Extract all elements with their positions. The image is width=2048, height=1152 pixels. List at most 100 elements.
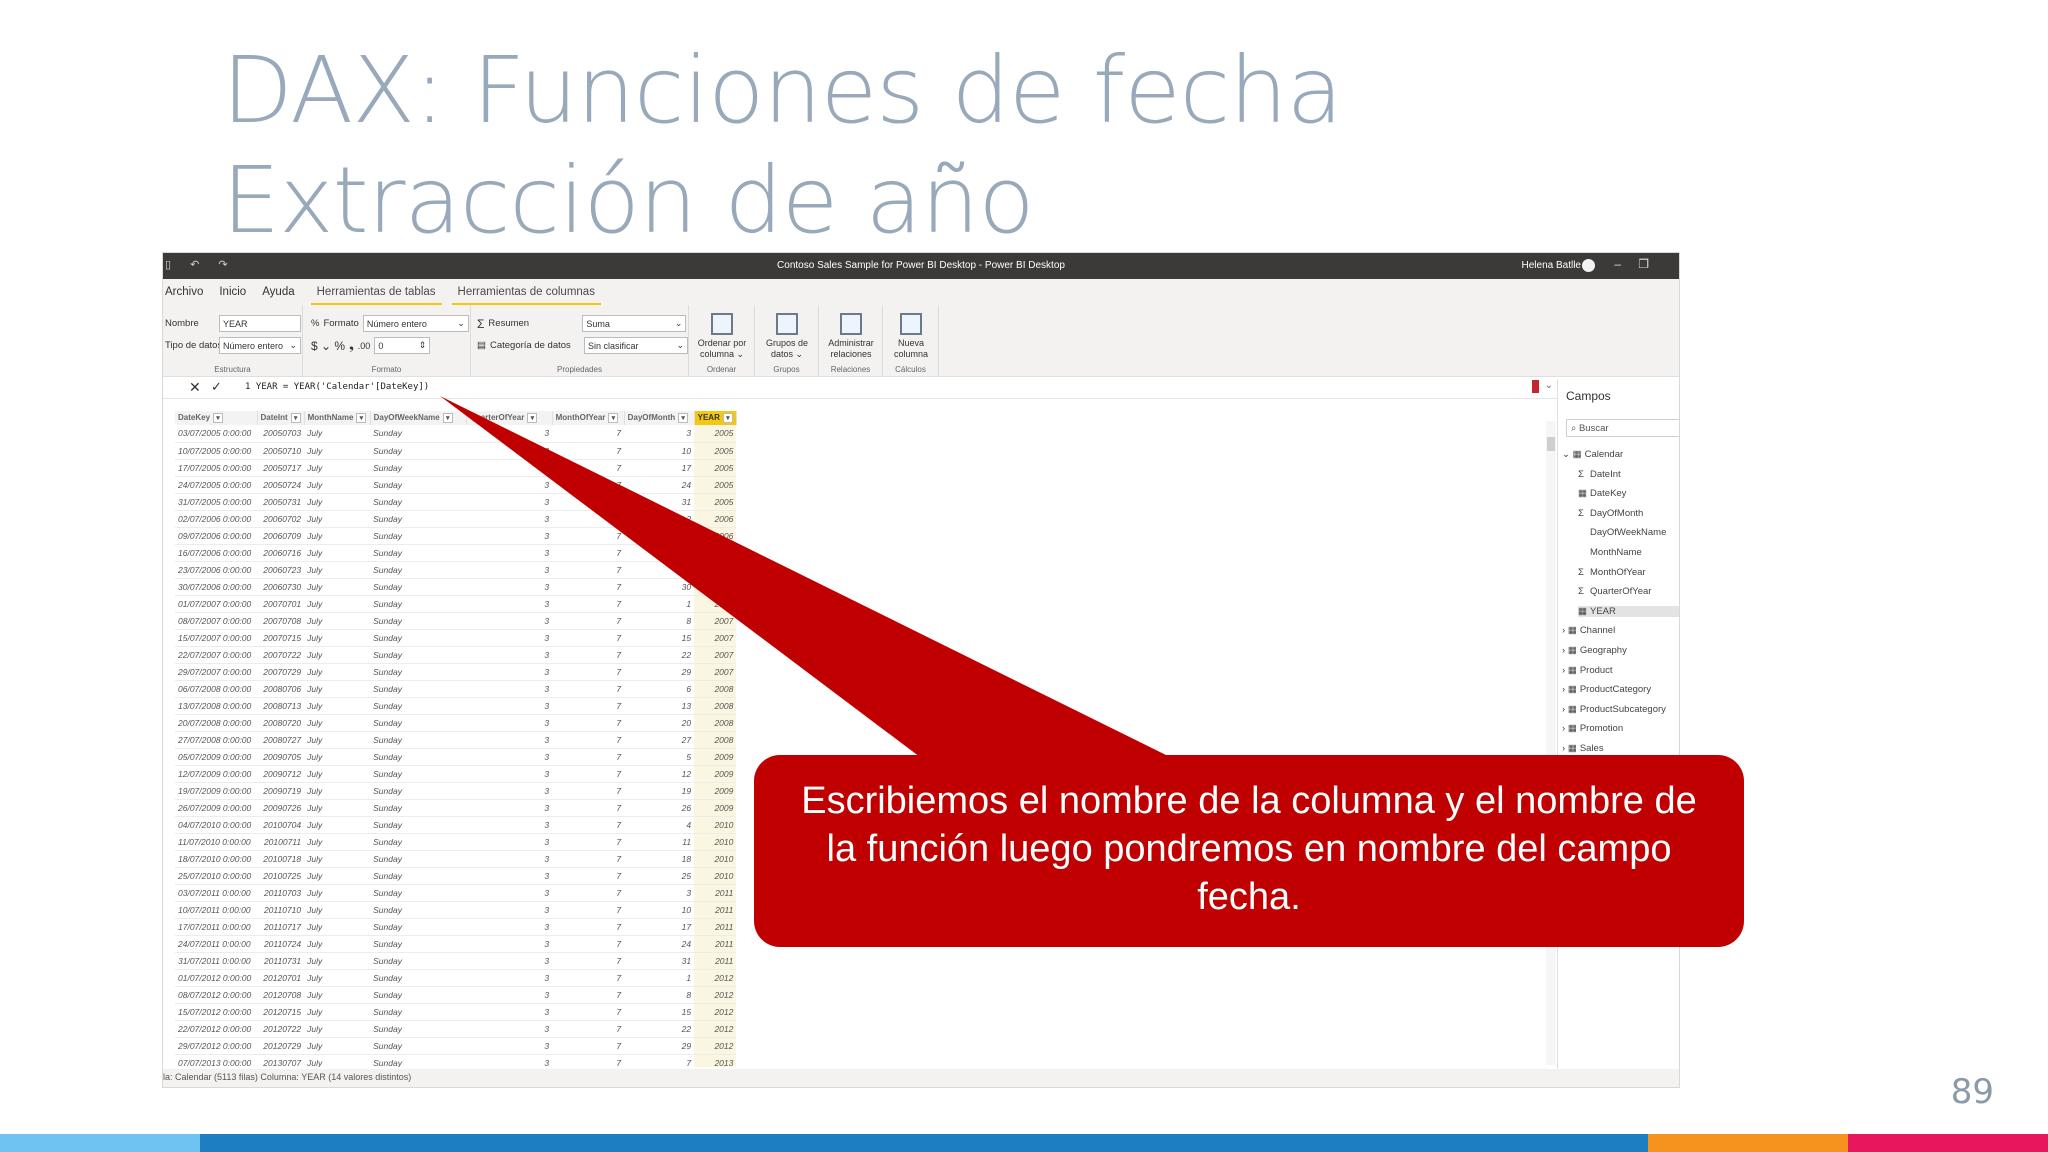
table-row[interactable]: 17/07/2005 0:00:00 20050717 July Sunday 3 7 17… <box>175 459 737 477</box>
currency-button[interactable]: $ ⌄ % <box>311 339 345 353</box>
table-row[interactable]: 17/07/2011 0:00:00 20110717 July Sunday 3 7 17… <box>175 918 737 936</box>
formato-select[interactable]: Número entero ⌄ <box>362 315 469 332</box>
table-row[interactable]: 31/07/2005 0:00:00 20050731 July Sunday 3 7 31… <box>175 493 737 511</box>
filter-dropdown-icon[interactable]: ▾ <box>213 413 224 423</box>
chevron-down-icon[interactable]: ⌄ <box>1545 380 1553 391</box>
table-row[interactable]: 01/07/2007 0:00:00 20070701 July Sunday 3 7 1 2… <box>175 595 737 613</box>
table-row[interactable]: 03/07/2005 0:00:00 20050703 July Sunday 3 7 3 2… <box>175 425 737 443</box>
grupos-button[interactable]: Grupos de datos ⌄ <box>759 313 815 360</box>
cancel-formula-icon[interactable]: ✕ <box>189 379 201 396</box>
tab-inicio[interactable]: Inicio <box>219 286 258 305</box>
field-item[interactable]: Σ QuarterOfYear <box>1578 586 1679 597</box>
decimals-button[interactable]: .00 <box>358 341 371 351</box>
table-row[interactable]: 31/07/2011 0:00:00 20110731 July Sunday 3 7 31… <box>175 952 737 970</box>
column-header[interactable]: MonthOfYear ▾ <box>552 411 625 425</box>
table-row[interactable]: 29/07/2007 0:00:00 20070729 July Sunday 3 7 29… <box>175 663 737 681</box>
table-row[interactable]: 16/07/2006 0:00:00 20060716 July Sunday 3 7 16… <box>175 544 737 562</box>
table-row[interactable]: 10/07/2011 0:00:00 20110710 July Sunday 3 7 10… <box>175 901 737 919</box>
field-table-item[interactable]: › ▦ ProductCategory <box>1562 684 1679 695</box>
table-row[interactable]: 08/07/2012 0:00:00 20120708 July Sunday 3 7 8 2… <box>175 986 737 1004</box>
tab-herramientas-columnas[interactable]: Herramientas de columnas <box>451 286 601 305</box>
field-item[interactable]: Σ DayOfMonth <box>1578 508 1679 519</box>
column-header[interactable]: DayOfMonth ▾ <box>624 411 695 425</box>
filter-dropdown-icon[interactable]: ▾ <box>722 413 733 423</box>
tab-herramientas-tablas[interactable]: Herramientas de tablas <box>310 286 442 305</box>
vertical-scrollbar[interactable] <box>1546 421 1556 1065</box>
comma-button[interactable]: ❟ <box>349 338 354 353</box>
column-header[interactable]: DateInt ▾ <box>257 411 305 425</box>
tab-ayuda[interactable]: Ayuda <box>262 286 306 305</box>
field-table-item[interactable]: ⌄ ▦ Calendar <box>1562 449 1679 460</box>
filter-dropdown-icon[interactable]: ▾ <box>678 413 689 423</box>
column-header[interactable]: QuarterOfYear ▾ <box>466 411 553 425</box>
filter-dropdown-icon[interactable]: ▾ <box>527 413 538 423</box>
nueva-columna-button[interactable]: Nueva columna <box>887 313 935 360</box>
decimal-places-stepper[interactable]: 0 ⇕ <box>374 337 431 354</box>
tipo-datos-select[interactable]: Número entero ⌄ <box>219 337 301 354</box>
resumen-select[interactable]: Suma ⌄ <box>582 315 687 332</box>
field-item[interactable]: Σ MonthOfYear <box>1578 567 1679 578</box>
table-row[interactable]: 04/07/2010 0:00:00 20100704 July Sunday 3 7 4 2… <box>175 816 737 834</box>
administrar-relaciones-button[interactable]: Administrar relaciones <box>821 313 881 360</box>
table-row[interactable]: 06/07/2008 0:00:00 20080706 July Sunday 3 7 6 2… <box>175 680 737 698</box>
table-row[interactable]: 27/07/2008 0:00:00 20080727 July Sunday 3 7 27… <box>175 731 737 749</box>
table-row[interactable]: 23/07/2006 0:00:00 20060723 July Sunday 3 7 23… <box>175 561 737 579</box>
column-header[interactable]: DateKey ▾ <box>175 411 258 425</box>
field-table-item[interactable]: › ▦ Sales <box>1562 743 1679 754</box>
column-header[interactable]: YEAR ▾ <box>694 411 737 425</box>
field-item[interactable]: ▦ YEAR <box>1578 605 1679 617</box>
scrollbar-thumb[interactable] <box>1547 437 1555 451</box>
filter-dropdown-icon[interactable]: ▾ <box>290 413 301 423</box>
filter-dropdown-icon[interactable]: ▾ <box>442 413 453 423</box>
table-row[interactable]: 01/07/2012 0:00:00 20120701 July Sunday 3 7 1 2… <box>175 969 737 987</box>
tab-archivo[interactable]: Archivo <box>165 286 215 305</box>
column-header[interactable]: DayOfWeekName ▾ <box>370 411 467 425</box>
formula-input[interactable]: 1 YEAR = YEAR('Calendar'[DateKey]) <box>245 382 429 392</box>
field-item[interactable]: Σ DateInt <box>1578 469 1679 480</box>
table-row[interactable]: 15/07/2012 0:00:00 20120715 July Sunday 3 7 15… <box>175 1003 737 1021</box>
table-row[interactable]: 20/07/2008 0:00:00 20080720 July Sunday 3 7 20… <box>175 714 737 732</box>
chevron-down-icon[interactable]: ⌄ <box>1562 449 1573 460</box>
field-item[interactable]: MonthName <box>1578 547 1679 558</box>
field-table-item[interactable]: › ▦ Product <box>1562 665 1679 676</box>
table-row[interactable]: 09/07/2006 0:00:00 20060709 July Sunday 3 7 9 2… <box>175 527 737 545</box>
table-row[interactable]: 07/07/2013 0:00:00 20130707 July Sunday 3 7 7 2… <box>175 1054 737 1067</box>
table-row[interactable]: 19/07/2009 0:00:00 20090719 July Sunday 3 7 19… <box>175 782 737 800</box>
table-row[interactable]: 30/07/2006 0:00:00 20060730 July Sunday 3 7 30… <box>175 578 737 596</box>
fields-search-input[interactable]: ⌕ Buscar <box>1566 419 1679 437</box>
table-row[interactable]: 11/07/2010 0:00:00 20100711 July Sunday 3 7 11… <box>175 833 737 851</box>
table-row[interactable]: 10/07/2005 0:00:00 20050710 July Sunday 3 7 10… <box>175 442 737 460</box>
field-table-item[interactable]: › ▦ Channel <box>1562 625 1679 636</box>
filter-dropdown-icon[interactable]: ▾ <box>608 413 619 423</box>
field-table-item[interactable]: › ▦ Promotion <box>1562 723 1679 734</box>
table-row[interactable]: 22/07/2007 0:00:00 20070722 July Sunday 3 7 22… <box>175 646 737 664</box>
commit-formula-icon[interactable]: ✓ <box>211 379 222 395</box>
table-row[interactable]: 26/07/2009 0:00:00 20090726 July Sunday 3 7 26… <box>175 799 737 817</box>
avatar[interactable] <box>1582 259 1595 272</box>
field-item[interactable]: ▦ DateKey <box>1578 488 1679 499</box>
table-row[interactable]: 24/07/2005 0:00:00 20050724 July Sunday 3 7 24… <box>175 476 737 494</box>
table-row[interactable]: 12/07/2009 0:00:00 20090712 July Sunday 3 7 12… <box>175 765 737 783</box>
categoria-select[interactable]: Sin clasificar ⌄ <box>583 337 688 354</box>
table-row[interactable]: 22/07/2012 0:00:00 20120722 July Sunday 3 7 22… <box>175 1020 737 1038</box>
table-row[interactable]: 08/07/2007 0:00:00 20070708 July Sunday 3 7 8 2… <box>175 612 737 630</box>
table-row[interactable]: 03/07/2011 0:00:00 20110703 July Sunday 3 7 3 2… <box>175 884 737 902</box>
table-row[interactable]: 29/07/2012 0:00:00 20120729 July Sunday 3 7 29… <box>175 1037 737 1055</box>
table-row[interactable]: 02/07/2006 0:00:00 20060702 July Sunday 3 7 2 2… <box>175 510 737 528</box>
ordenar-button[interactable]: Ordenar por columna ⌄ <box>693 313 751 360</box>
table-row[interactable]: 25/07/2010 0:00:00 20100725 July Sunday 3 7 25… <box>175 867 737 885</box>
restore-button[interactable]: ❐ <box>1638 257 1649 271</box>
column-header[interactable]: MonthName ▾ <box>304 411 371 425</box>
field-item[interactable]: DayOfWeekName <box>1578 527 1679 538</box>
table-row[interactable]: 15/07/2007 0:00:00 20070715 July Sunday 3 7 15… <box>175 629 737 647</box>
filter-dropdown-icon[interactable]: ▾ <box>356 413 367 423</box>
table-row[interactable]: 05/07/2009 0:00:00 20090705 July Sunday 3 7 5 2… <box>175 748 737 766</box>
nombre-input[interactable]: YEAR <box>219 315 301 332</box>
field-table-item[interactable]: › ▦ Geography <box>1562 645 1679 656</box>
table-row[interactable]: 13/07/2008 0:00:00 20080713 July Sunday 3 7 13… <box>175 697 737 715</box>
field-table-item[interactable]: › ▦ ProductSubcategory <box>1562 704 1679 715</box>
table-row[interactable]: 18/07/2010 0:00:00 20100718 July Sunday 3 7 18… <box>175 850 737 868</box>
minimize-button[interactable]: – <box>1614 257 1621 271</box>
table-row[interactable]: 24/07/2011 0:00:00 20110724 July Sunday 3 7 24… <box>175 935 737 953</box>
user-name[interactable]: Helena Batlle <box>1522 260 1581 271</box>
